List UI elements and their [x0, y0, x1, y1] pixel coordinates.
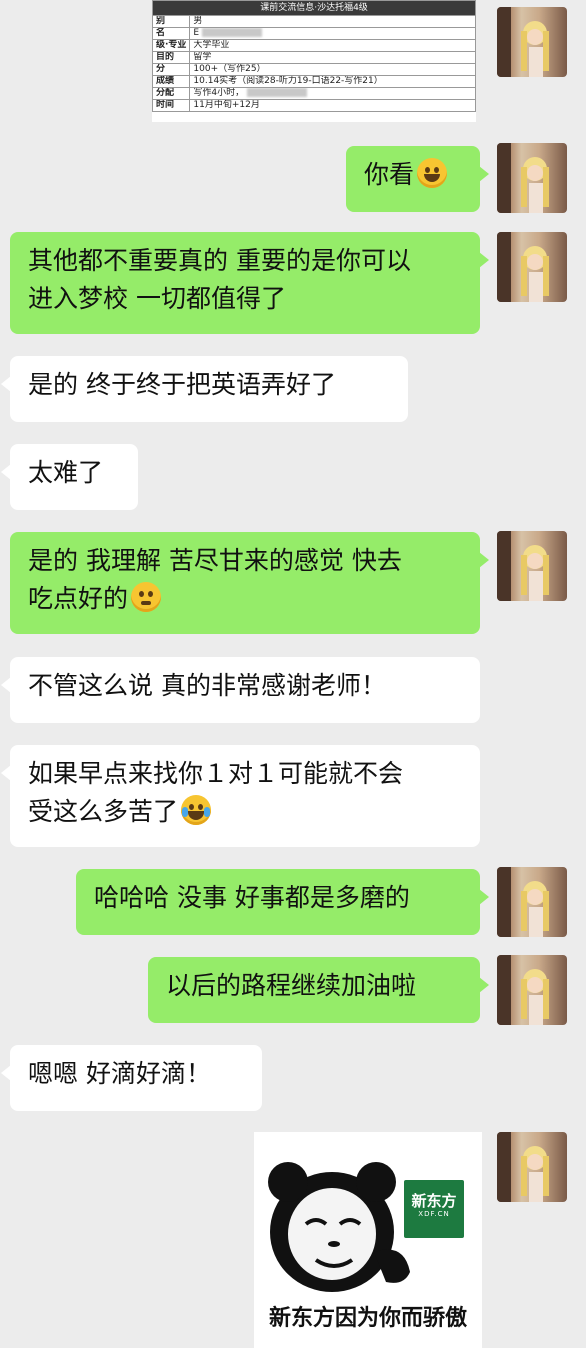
- doc-key: 分配: [151, 87, 191, 100]
- user-avatar[interactable]: [497, 867, 567, 937]
- thinking-emoji: [131, 582, 162, 612]
- doc-value: 写作4小时，: [189, 87, 476, 100]
- user-avatar[interactable]: [497, 232, 567, 302]
- message-text: 不管这么说 真的非常感谢老师！: [28, 671, 386, 700]
- shared-document-image[interactable]: 课前交流信息·沙达托福4级 别男 名E 级·专业 大学毕业 目的 留学 分 100+（…: [151, 0, 476, 122]
- message-text: 你看: [364, 160, 415, 189]
- user-avatar[interactable]: [497, 1132, 567, 1202]
- doc-value: 11月中旬+12月: [189, 99, 476, 112]
- grin-emoji: [417, 158, 448, 188]
- document-header: 课前交流信息·沙达托福4级: [152, 0, 476, 16]
- outgoing-message[interactable]: 以后的路程继续加油啦: [148, 957, 489, 1023]
- user-avatar[interactable]: [497, 955, 567, 1025]
- doc-value: 10.14实考（阅读28-听力19-口语22-写作21）: [189, 75, 476, 88]
- doc-key: 别: [151, 15, 191, 28]
- outgoing-message[interactable]: 是的 我理解 苦尽甘来的感觉 快去 吃点好的: [10, 532, 489, 634]
- incoming-message[interactable]: 太难了: [1, 444, 138, 510]
- message-text: 以后的路程继续加油啦: [166, 971, 417, 1000]
- doc-key: 目的: [151, 51, 191, 64]
- message-text: 是的 终于终于把英语弄好了: [28, 370, 336, 399]
- blurred-text: [201, 28, 262, 37]
- incoming-message[interactable]: 嗯嗯 好滴好滴！: [1, 1045, 262, 1111]
- outgoing-message[interactable]: 你看: [346, 146, 489, 212]
- doc-key: 成绩: [151, 75, 191, 88]
- outgoing-message[interactable]: 哈哈哈 没事 好事都是多磨的: [76, 869, 489, 935]
- doc-value: E: [189, 27, 476, 40]
- sticker-caption: 新东方因为你而骄傲: [268, 1306, 467, 1331]
- doc-key: 名: [151, 27, 191, 40]
- incoming-message[interactable]: 不管这么说 真的非常感谢老师！: [1, 657, 480, 723]
- message-text: 吃点好的: [28, 584, 129, 613]
- incoming-message[interactable]: 如果早点来找你１对１可能就不会 受这么多苦了: [1, 745, 480, 847]
- message-text: 是的 我理解 苦尽甘来的感觉 快去: [28, 546, 402, 575]
- doc-key: 级·专业: [151, 39, 191, 52]
- doc-key: 时间: [151, 99, 191, 112]
- message-text: 太难了: [28, 458, 104, 487]
- tears-of-joy-emoji: [181, 795, 212, 825]
- xdf-logo: 新东方 XDF.CN: [404, 1180, 464, 1238]
- blurred-text: [247, 88, 308, 97]
- outgoing-message[interactable]: 其他都不重要真的 重要的是你可以 进入梦校 一切都值得了: [10, 232, 489, 334]
- logo-text: 新东方: [411, 1192, 457, 1210]
- panda-meme-sticker[interactable]: 新东方 XDF.CN 新东方因为你而骄傲: [254, 1132, 482, 1348]
- doc-key: 分: [151, 63, 191, 76]
- incoming-message[interactable]: 是的 终于终于把英语弄好了: [1, 356, 408, 422]
- doc-value: 100+（写作25）: [189, 63, 476, 76]
- doc-value: 留学: [189, 51, 476, 64]
- user-avatar[interactable]: [497, 143, 567, 213]
- message-text: 哈哈哈 没事 好事都是多磨的: [94, 883, 410, 912]
- message-text: 受这么多苦了: [28, 797, 179, 826]
- user-avatar[interactable]: [497, 531, 567, 601]
- doc-value: 男: [189, 15, 476, 28]
- user-avatar[interactable]: [497, 7, 567, 77]
- logo-subtext: XDF.CN: [418, 1210, 450, 1218]
- doc-value: 大学毕业: [189, 39, 476, 52]
- message-text: 其他都不重要真的 重要的是你可以: [28, 246, 411, 275]
- message-text: 嗯嗯 好滴好滴！: [28, 1059, 211, 1088]
- message-text: 进入梦校 一切都值得了: [28, 284, 286, 313]
- message-text: 如果早点来找你１对１可能就不会: [28, 759, 404, 788]
